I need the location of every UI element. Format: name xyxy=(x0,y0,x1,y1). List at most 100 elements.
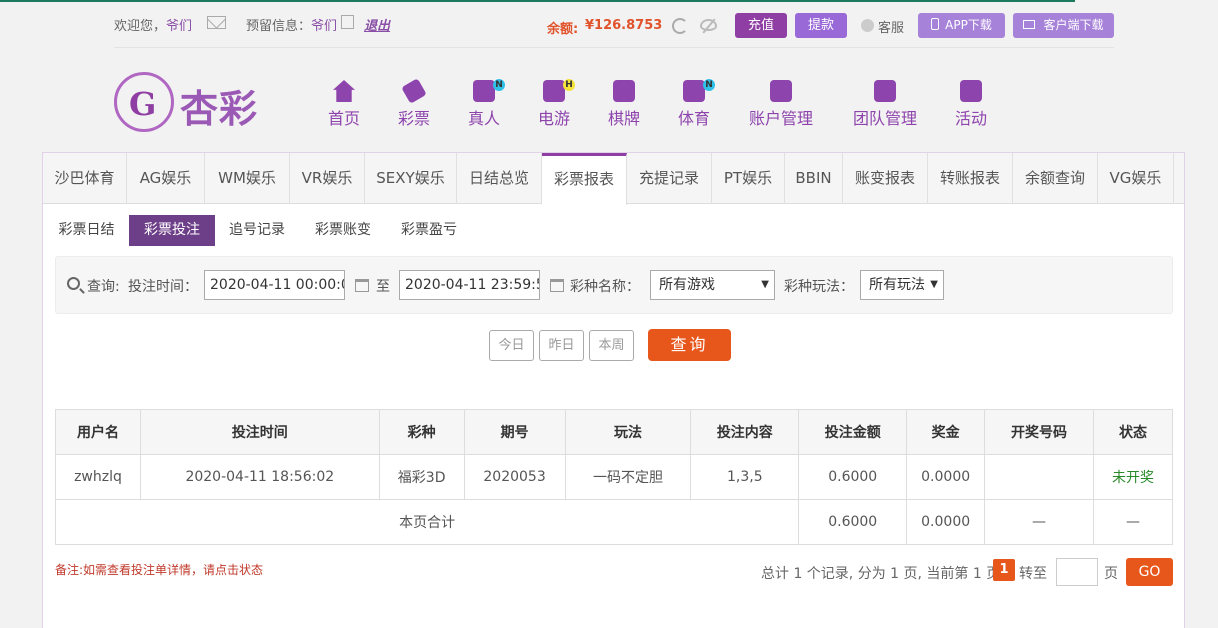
hide-balance-icon[interactable] xyxy=(700,19,717,31)
col-bet-content: 投注内容 xyxy=(690,409,800,455)
nav-label: 体育 xyxy=(677,109,710,128)
game-name-select[interactable]: 所有游戏 ▼ xyxy=(650,270,775,300)
calendar-icon[interactable] xyxy=(550,279,564,292)
cell-bet-amount: 0.6000 xyxy=(798,454,908,500)
phone-icon xyxy=(931,18,940,30)
team-icon xyxy=(874,80,896,102)
nav-label: 活动 xyxy=(954,109,987,128)
query-label: 查询: xyxy=(87,279,120,295)
main-nav: 首页 彩票 N 真人 H 电游 棋牌 N 体育 账户管理 团队管理 活动 xyxy=(0,76,1218,132)
trophy-icon xyxy=(683,80,705,102)
reserved-label: 预留信息： xyxy=(246,19,312,34)
total-status: — xyxy=(1092,499,1174,545)
nav-label: 团队管理 xyxy=(852,109,917,128)
tab-bbin[interactable]: BBIN xyxy=(785,153,843,204)
tab-transfer-report[interactable]: 转账报表 xyxy=(928,153,1013,204)
reserved-value: 爷们 xyxy=(311,19,338,34)
tab-deposit-withdraw[interactable]: 充提记录 xyxy=(627,153,712,204)
play-value: 所有玩法 xyxy=(869,277,925,293)
col-draw-number: 开奖号码 xyxy=(984,409,1094,455)
yesterday-button[interactable]: 昨日 xyxy=(539,330,584,361)
subtab-lottery-profit[interactable]: 彩票盈亏 xyxy=(399,215,459,246)
tab-account-change[interactable]: 账变报表 xyxy=(843,153,928,204)
cell-issue: 2020053 xyxy=(463,454,566,500)
calendar-icon[interactable] xyxy=(355,279,369,292)
page-total-label: 本页合计 xyxy=(54,499,800,545)
withdraw-button[interactable]: 提款 xyxy=(795,13,847,38)
cell-status-link[interactable]: 未开奖 xyxy=(1092,454,1174,500)
subtab-lottery-account-change[interactable]: 彩票账变 xyxy=(313,215,373,246)
header-divider xyxy=(114,47,1114,48)
refresh-icon[interactable] xyxy=(672,18,688,34)
tab-daily-overview[interactable]: 日结总览 xyxy=(457,153,542,204)
goto-page-input[interactable] xyxy=(1056,558,1098,586)
gift-icon xyxy=(960,80,982,102)
game-name-value: 所有游戏 xyxy=(659,277,715,293)
this-week-button[interactable]: 本周 xyxy=(589,330,634,361)
start-time-input[interactable]: 2020-04-11 00:00:00 xyxy=(204,270,345,300)
customer-service-icon[interactable] xyxy=(861,19,874,32)
tab-vg[interactable]: VG娱乐 xyxy=(1098,153,1174,204)
tab-sexy[interactable]: SEXY娱乐 xyxy=(365,153,457,204)
table-header-row: 用户名 投注时间 彩种 期号 玩法 投注内容 投注金额 奖金 开奖号码 状态 xyxy=(55,409,1174,455)
col-username: 用户名 xyxy=(55,409,141,455)
recharge-button[interactable]: 充值 xyxy=(735,13,787,38)
filter-bar: 查询: 投注时间： 2020-04-11 00:00:00 至 2020-04-… xyxy=(55,256,1173,314)
col-status: 状态 xyxy=(1092,409,1174,455)
table-row: zwhzlq 2020-04-11 18:56:02 福彩3D 2020053 … xyxy=(55,454,1174,500)
cell-play: 一码不定胆 xyxy=(564,454,692,500)
nav-label: 首页 xyxy=(327,109,360,128)
top-bar: 欢迎您，爷们 预留信息：爷们 退出 余额: ¥126.8753 充值 提款 客服… xyxy=(114,8,1114,44)
play-select[interactable]: 所有玩法 ▼ xyxy=(860,270,944,300)
subtab-lottery-bets[interactable]: 彩票投注 xyxy=(129,215,215,246)
cell-username: zwhzlq xyxy=(55,454,141,500)
gamepad-icon xyxy=(543,80,565,102)
tab-vr[interactable]: VR娱乐 xyxy=(290,153,365,204)
cell-bet-content: 1,3,5 xyxy=(690,454,800,500)
tab-balance-query[interactable]: 余额查询 xyxy=(1013,153,1098,204)
customer-service-link[interactable]: 客服 xyxy=(878,17,904,36)
app-download-label: APP下载 xyxy=(945,18,992,32)
cell-bet-time: 2020-04-11 18:56:02 xyxy=(139,454,380,500)
logout-link[interactable]: 退出 xyxy=(364,15,390,34)
tab-wm[interactable]: WM娱乐 xyxy=(205,153,290,204)
total-draw-number: — xyxy=(984,499,1094,545)
tab-pt[interactable]: PT娱乐 xyxy=(712,153,785,204)
nav-label: 电游 xyxy=(537,109,570,128)
app-download-button[interactable]: APP下载 xyxy=(918,13,1005,38)
report-panel: 沙巴体育 AG娱乐 WM娱乐 VR娱乐 SEXY娱乐 日结总览 彩票报表 充提记… xyxy=(42,152,1185,628)
current-page[interactable]: 1 xyxy=(993,559,1015,581)
lottery-ticket-icon xyxy=(401,78,427,104)
home-icon xyxy=(333,80,355,102)
edit-icon[interactable] xyxy=(341,15,354,29)
username-link[interactable]: 爷们 xyxy=(166,19,192,34)
col-bet-amount: 投注金额 xyxy=(798,409,908,455)
new-badge: N xyxy=(703,79,715,91)
to-label: 至 xyxy=(376,279,390,295)
col-game: 彩种 xyxy=(378,409,465,455)
query-button[interactable]: 查询 xyxy=(648,329,731,361)
cell-bonus: 0.0000 xyxy=(906,454,986,500)
client-download-button[interactable]: 客户端下载 xyxy=(1013,13,1114,38)
tab-saba-sports[interactable]: 沙巴体育 xyxy=(43,153,127,204)
today-button[interactable]: 今日 xyxy=(489,330,534,361)
bet-time-label: 投注时间： xyxy=(128,279,198,295)
hot-badge: H xyxy=(563,79,575,91)
play-label: 彩种玩法： xyxy=(784,279,854,295)
bets-table: 用户名 投注时间 彩种 期号 玩法 投注内容 投注金额 奖金 开奖号码 状态 z… xyxy=(54,409,1174,545)
nav-label: 真人 xyxy=(467,109,500,128)
nav-label: 账户管理 xyxy=(748,109,813,128)
welcome-text: 欢迎您，爷们 xyxy=(114,15,192,34)
chevron-down-icon: ▼ xyxy=(761,279,769,290)
tab-ag[interactable]: AG娱乐 xyxy=(127,153,205,204)
chevron-down-icon: ▼ xyxy=(930,279,938,290)
pagination: 总计 1 个记录, 分为 1 页, 当前第 1 页 1 转至 页 GO xyxy=(43,558,1184,586)
total-bet-amount: 0.6000 xyxy=(798,499,908,545)
end-time-input[interactable]: 2020-04-11 23:59:59 xyxy=(399,270,540,300)
subtab-lottery-daily[interactable]: 彩票日结 xyxy=(55,215,118,246)
subtab-chase-records[interactable]: 追号记录 xyxy=(227,215,287,246)
welcome-prefix: 欢迎您， xyxy=(114,19,167,34)
mail-icon[interactable] xyxy=(207,16,226,29)
tab-lottery-report[interactable]: 彩票报表 xyxy=(542,153,627,205)
go-button[interactable]: GO xyxy=(1126,558,1173,586)
